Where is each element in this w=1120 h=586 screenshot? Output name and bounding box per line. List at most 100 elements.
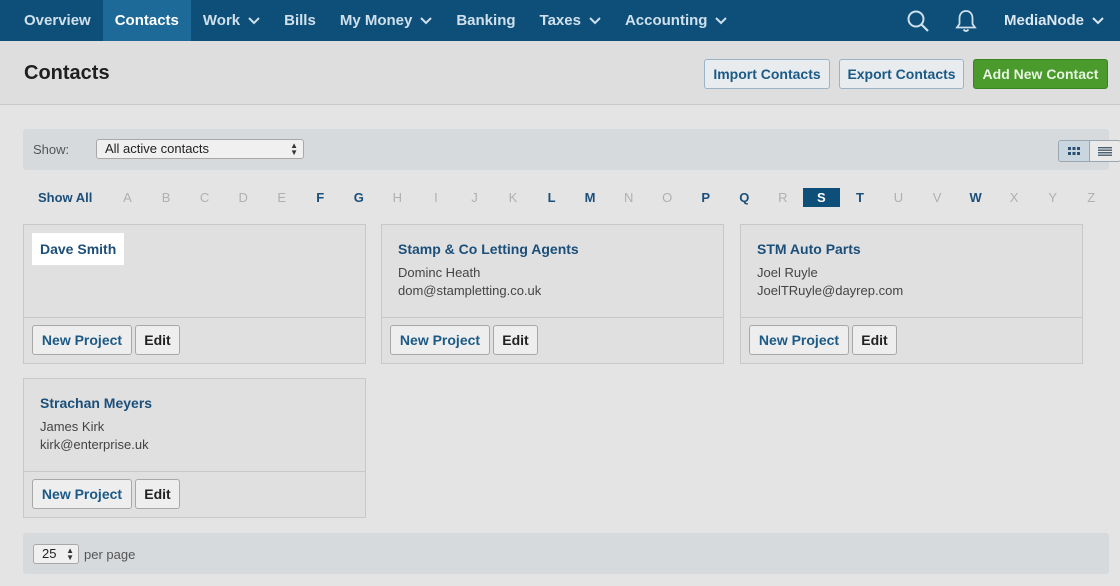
nav-my-money-label: My Money <box>339 12 413 29</box>
letter-z[interactable]: Z <box>1081 188 1101 207</box>
nav-work-label: Work <box>202 12 241 29</box>
edit-button[interactable]: Edit <box>852 325 897 355</box>
top-nav: Overview Contacts Work Bills My Money Ba… <box>0 0 1120 41</box>
letter-e[interactable]: E <box>272 188 292 207</box>
card-body: STM Auto Parts Joel Ruyle JoelTRuyle@day… <box>741 225 1082 317</box>
nav-banking[interactable]: Banking <box>444 0 527 41</box>
list-view-icon <box>1097 146 1112 156</box>
letter-y[interactable]: Y <box>1043 188 1063 207</box>
edit-button[interactable]: Edit <box>135 325 180 355</box>
contact-name-link[interactable]: Stamp & Co Letting Agents <box>398 241 579 257</box>
contact-card: Strachan Meyers James Kirk kirk@enterpri… <box>23 378 366 518</box>
contact-email: JoelTRuyle@dayrep.com <box>757 283 904 298</box>
nav-banking-label: Banking <box>456 12 516 29</box>
letter-n[interactable]: N <box>619 188 639 207</box>
card-body: Stamp & Co Letting Agents Dominc Heath d… <box>382 225 723 317</box>
contact-person: Joel Ruyle <box>757 265 818 280</box>
page-header: Contacts Import Contacts Export Contacts… <box>0 41 1120 105</box>
contact-card: Dave Smith New Project Edit <box>23 224 366 364</box>
notifications-button[interactable] <box>942 0 990 41</box>
letter-u[interactable]: U <box>889 188 909 207</box>
nav-bills-label: Bills <box>284 12 316 29</box>
new-project-button[interactable]: New Project <box>32 479 132 509</box>
letter-w[interactable]: W <box>966 188 986 207</box>
card-footer: New Project Edit <box>24 471 365 517</box>
show-filter-select[interactable]: All active contacts ▲ ▼ <box>96 139 304 159</box>
per-page-select[interactable]: 25 ▲ ▼ <box>33 544 79 564</box>
letter-f[interactable]: F <box>310 188 330 207</box>
letter-r[interactable]: R <box>773 188 793 207</box>
letter-g[interactable]: G <box>349 188 369 207</box>
card-footer: New Project Edit <box>24 317 365 363</box>
contact-person: Dominc Heath <box>398 265 481 280</box>
nav-contacts[interactable]: Contacts <box>102 0 191 41</box>
letter-d[interactable]: D <box>233 188 253 207</box>
import-contacts-button[interactable]: Import Contacts <box>704 59 830 89</box>
nav-bills[interactable]: Bills <box>272 0 328 41</box>
card-body: Dave Smith <box>24 225 365 317</box>
letter-m[interactable]: M <box>580 188 600 207</box>
contact-name-link[interactable]: STM Auto Parts <box>757 241 861 257</box>
nav-accounting[interactable]: Accounting <box>613 0 740 41</box>
contact-card: Stamp & Co Letting Agents Dominc Heath d… <box>381 224 724 364</box>
per-page-value: 25 <box>42 546 57 561</box>
letter-t[interactable]: T <box>850 188 870 207</box>
new-project-button[interactable]: New Project <box>749 325 849 355</box>
search-button[interactable] <box>894 0 942 41</box>
nav-my-money[interactable]: My Money <box>328 0 445 41</box>
letter-p[interactable]: P <box>696 188 716 207</box>
letter-c[interactable]: C <box>195 188 215 207</box>
select-arrows-icon: ▲ ▼ <box>66 546 74 562</box>
letter-j[interactable]: J <box>464 188 484 207</box>
show-filter-value: All active contacts <box>105 141 210 156</box>
nav-work[interactable]: Work <box>191 0 272 41</box>
grid-view-icon <box>1067 147 1080 155</box>
letter-q[interactable]: Q <box>734 188 754 207</box>
export-contacts-button[interactable]: Export Contacts <box>839 59 964 89</box>
letter-i[interactable]: I <box>426 188 446 207</box>
search-icon <box>907 10 929 32</box>
user-name: MediaNode <box>1003 12 1084 29</box>
user-menu[interactable]: MediaNode <box>990 0 1120 41</box>
page-title: Contacts <box>24 62 110 84</box>
per-page-label: per page <box>84 547 136 562</box>
card-footer: New Project Edit <box>382 317 723 363</box>
contact-card: STM Auto Parts Joel Ruyle JoelTRuyle@day… <box>740 224 1083 364</box>
letter-o[interactable]: O <box>657 188 677 207</box>
letter-b[interactable]: B <box>156 188 176 207</box>
pagination-bar: 25 ▲ ▼ per page <box>23 533 1109 574</box>
letter-k[interactable]: K <box>503 188 523 207</box>
view-toggle <box>1058 140 1120 162</box>
nav-overview-label: Overview <box>24 12 91 29</box>
letter-h[interactable]: H <box>387 188 407 207</box>
contact-name-link[interactable]: Dave Smith <box>32 233 125 265</box>
edit-button[interactable]: Edit <box>135 479 180 509</box>
contact-name-link[interactable]: Strachan Meyers <box>40 395 152 411</box>
nav-right-group: MediaNode <box>894 0 1120 41</box>
chevron-down-icon <box>1092 16 1104 24</box>
contact-email: dom@stampletting.co.uk <box>398 283 542 298</box>
new-project-button[interactable]: New Project <box>32 325 132 355</box>
filter-bar: Show: All active contacts ▲ ▼ <box>23 129 1120 170</box>
letter-l[interactable]: L <box>542 188 562 207</box>
letter-v[interactable]: V <box>927 188 947 207</box>
card-footer: New Project Edit <box>741 317 1082 363</box>
add-new-contact-button[interactable]: Add New Contact <box>973 59 1108 89</box>
letter-s[interactable]: S <box>802 188 840 207</box>
new-project-button[interactable]: New Project <box>390 325 490 355</box>
chevron-down-icon <box>420 16 433 24</box>
grid-view-button[interactable] <box>1059 141 1090 161</box>
nav-taxes-label: Taxes <box>539 12 581 29</box>
card-body: Strachan Meyers James Kirk kirk@enterpri… <box>24 379 365 471</box>
letter-a[interactable]: A <box>118 188 138 207</box>
chevron-down-icon <box>589 16 601 24</box>
contact-email: kirk@enterprise.uk <box>40 437 149 452</box>
letter-x[interactable]: X <box>1004 188 1024 207</box>
chevron-down-icon <box>248 16 260 24</box>
bell-icon <box>955 9 977 32</box>
nav-taxes[interactable]: Taxes <box>528 0 613 41</box>
nav-overview[interactable]: Overview <box>0 0 103 41</box>
show-all-link[interactable]: Show All <box>38 188 92 207</box>
edit-button[interactable]: Edit <box>493 325 538 355</box>
list-view-button[interactable] <box>1089 141 1120 161</box>
